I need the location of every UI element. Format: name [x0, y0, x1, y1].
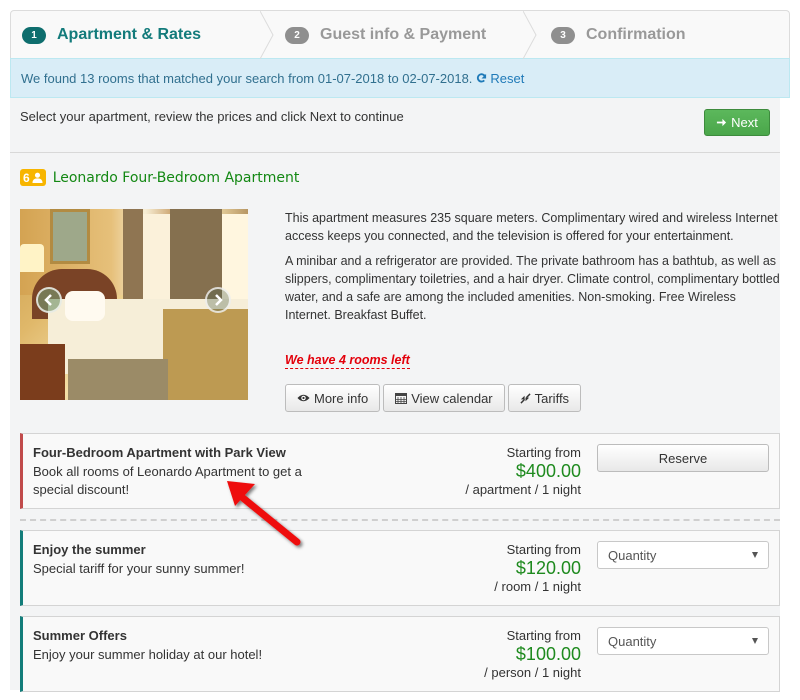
more-info-label: More info	[314, 390, 369, 406]
tariff-divider	[20, 519, 780, 521]
booking-wizard: 1 Apartment & Rates 2 Guest info & Payme…	[10, 10, 790, 692]
capacity-badge: 6	[20, 169, 46, 186]
apartment-name[interactable]: Leonardo Four-Bedroom Apartment	[53, 170, 300, 186]
description-paragraph: A minibar and a refrigerator are provide…	[285, 254, 780, 322]
next-label: Next	[731, 115, 758, 130]
apartment-header: 6 Leonardo Four-Bedroom Apartment	[20, 169, 299, 186]
tariff-name: Enjoy the summer	[33, 542, 146, 557]
step-separator-icon	[260, 11, 274, 59]
tariff-description: Enjoy your summer holiday at our hotel!	[33, 647, 263, 662]
reset-label: Reset	[490, 70, 525, 86]
apartment-actions: More info View calendar Tariffs	[285, 384, 582, 412]
step-label: Apartment & Rates	[57, 26, 202, 43]
caret-down-icon	[752, 552, 758, 558]
price-amount: $400.00	[515, 461, 581, 481]
calendar-icon	[395, 393, 408, 404]
tariffs-button[interactable]: Tariffs	[507, 384, 582, 412]
next-button[interactable]: Next	[704, 109, 770, 136]
tariff-price: Starting from $400.00 / apartment / 1 ni…	[465, 445, 581, 498]
step-number-badge: 3	[551, 26, 575, 44]
description-paragraph: This apartment measures 235 square meter…	[285, 211, 778, 243]
step-label: Confirmation	[586, 26, 686, 43]
eye-icon	[297, 394, 310, 402]
view-calendar-label: View calendar	[411, 390, 493, 406]
reserve-button[interactable]: Reserve	[597, 444, 769, 472]
step-label: Guest info & Payment	[320, 26, 487, 43]
tariff-description: Special tariff for your sunny summer!	[33, 561, 245, 576]
step-separator-icon	[523, 11, 537, 59]
chevron-right-icon	[215, 294, 223, 306]
capacity-count: 6	[23, 170, 30, 185]
carousel-next-button[interactable]	[205, 287, 231, 313]
chevron-left-icon	[44, 294, 52, 306]
quantity-select[interactable]: Quantity	[597, 627, 769, 655]
view-calendar-button[interactable]: View calendar	[383, 384, 505, 412]
wizard-steps: 1 Apartment & Rates 2 Guest info & Payme…	[10, 10, 790, 59]
quantity-select-value: Quantity	[608, 633, 657, 649]
step-number-badge: 2	[285, 26, 309, 44]
tariff-price: Starting from $120.00 / room / 1 night	[494, 542, 581, 595]
user-icon	[32, 172, 43, 183]
compress-icon	[520, 392, 531, 404]
instruction-bar: Select your apartment, review the prices…	[10, 98, 780, 153]
rooms-left-notice[interactable]: We have 4 rooms left	[285, 353, 410, 369]
step-number-badge: 1	[22, 26, 46, 44]
starting-from-label: Starting from	[506, 542, 581, 557]
tariff-name: Summer Offers	[33, 628, 127, 643]
price-amount: $120.00	[515, 558, 581, 578]
quantity-select[interactable]: Quantity	[597, 541, 769, 569]
step-guest-info-payment[interactable]: 2 Guest info & Payment	[273, 11, 537, 59]
apartment-panel: Select your apartment, review the prices…	[10, 98, 780, 692]
step-confirmation[interactable]: 3 Confirmation	[536, 11, 686, 59]
reset-link[interactable]: Reset	[476, 71, 524, 86]
step-apartment-rates[interactable]: 1 Apartment & Rates	[11, 11, 274, 59]
tariff-row: Four-Bedroom Apartment with Park View Bo…	[20, 433, 780, 509]
starting-from-label: Starting from	[506, 445, 581, 460]
arrow-right-icon	[717, 118, 727, 127]
apartment-description: This apartment measures 235 square meter…	[285, 209, 780, 331]
price-amount: $100.00	[515, 644, 581, 664]
starting-from-label: Starting from	[506, 628, 581, 643]
tariff-row: Enjoy the summer Special tariff for your…	[20, 530, 780, 606]
refresh-icon	[477, 72, 487, 82]
tariff-row: Summer Offers Enjoy your summer holiday …	[20, 616, 780, 692]
tariff-name: Four-Bedroom Apartment with Park View	[33, 445, 286, 460]
tariffs-label: Tariffs	[534, 390, 570, 406]
carousel-prev-button[interactable]	[36, 287, 62, 313]
quantity-select-value: Quantity	[608, 547, 657, 563]
price-unit: / apartment / 1 night	[465, 482, 581, 497]
search-result-message: We found 13 rooms that matched your sear…	[21, 70, 473, 86]
tariff-price: Starting from $100.00 / person / 1 night	[484, 628, 581, 681]
price-unit: / person / 1 night	[484, 665, 581, 680]
caret-down-icon	[752, 638, 758, 644]
apartment-photo-carousel[interactable]	[20, 209, 248, 400]
price-unit: / room / 1 night	[494, 579, 581, 594]
more-info-button[interactable]: More info	[285, 384, 381, 412]
search-result-alert: We found 13 rooms that matched your sear…	[10, 58, 790, 98]
instruction-text: Select your apartment, review the prices…	[20, 109, 404, 124]
tariff-description: Book all rooms of Leonardo Apartment to …	[33, 464, 302, 497]
